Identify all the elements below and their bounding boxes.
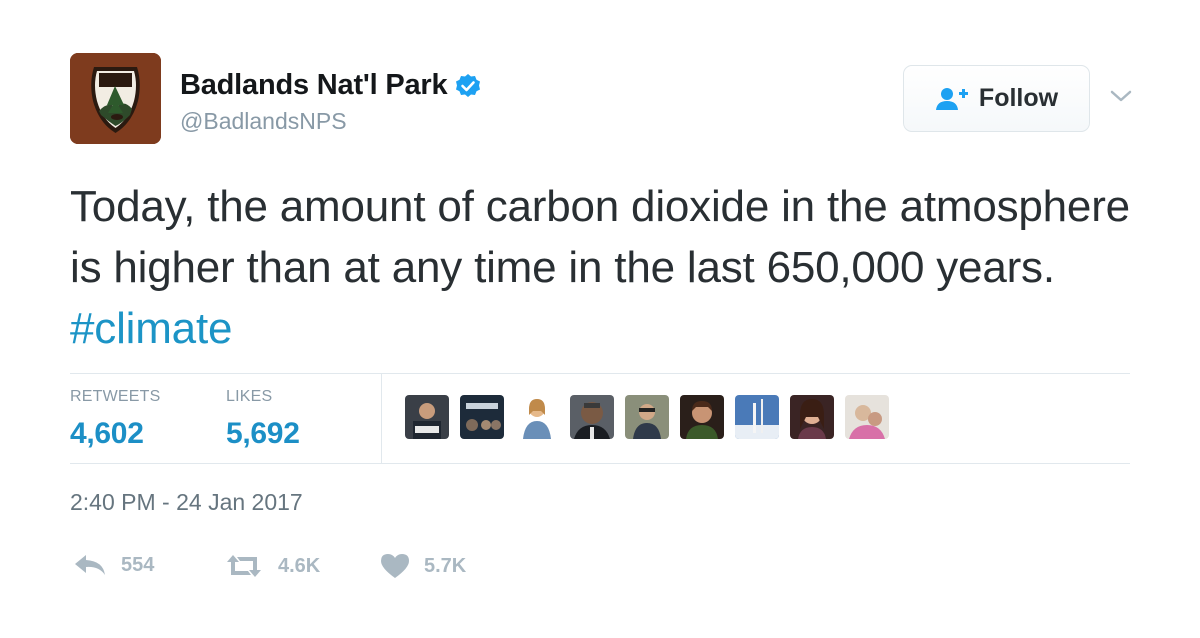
name-row: Badlands Nat'l Park bbox=[180, 69, 481, 102]
divider bbox=[70, 373, 1130, 374]
stats-separator bbox=[381, 373, 382, 463]
retweet-button[interactable]: 4.6K bbox=[224, 553, 320, 579]
avatar[interactable] bbox=[70, 53, 161, 144]
hashtag-link[interactable]: #climate bbox=[70, 304, 232, 353]
follow-button-label: Follow bbox=[978, 84, 1059, 112]
divider bbox=[70, 463, 1130, 464]
liker-avatar[interactable] bbox=[625, 395, 669, 439]
likes-stat[interactable]: LIKES 5,692 bbox=[226, 388, 300, 451]
liker-avatar[interactable] bbox=[735, 395, 779, 439]
likes-label: LIKES bbox=[226, 388, 273, 405]
liker-avatar[interactable] bbox=[460, 395, 504, 439]
tweet-card: Badlands Nat'l Park @BadlandsNPS Follow … bbox=[0, 0, 1200, 638]
chevron-down-icon[interactable] bbox=[1108, 86, 1134, 106]
retweets-label: RETWEETS bbox=[70, 388, 161, 405]
verified-badge-icon bbox=[455, 73, 481, 99]
retweets-stat[interactable]: RETWEETS 4,602 bbox=[70, 388, 161, 451]
liker-avatar[interactable] bbox=[570, 395, 614, 439]
add-user-icon bbox=[935, 86, 969, 112]
retweets-count: 4,602 bbox=[70, 417, 144, 450]
heart-icon bbox=[381, 554, 409, 578]
screen-name[interactable]: @BadlandsNPS bbox=[180, 108, 347, 135]
liker-avatar[interactable] bbox=[790, 395, 834, 439]
liker-avatars bbox=[405, 395, 889, 439]
tweet-text: Today, the amount of carbon dioxide in t… bbox=[70, 176, 1140, 359]
liker-avatar[interactable] bbox=[845, 395, 889, 439]
nps-arrowhead-icon bbox=[70, 53, 161, 144]
liker-avatar[interactable] bbox=[405, 395, 449, 439]
reply-count: 554 bbox=[121, 553, 155, 576]
reply-icon bbox=[75, 555, 105, 575]
liker-avatar[interactable] bbox=[680, 395, 724, 439]
retweet-icon bbox=[227, 555, 261, 577]
reply-button[interactable]: 554 bbox=[73, 553, 154, 577]
liker-avatar[interactable] bbox=[515, 395, 559, 439]
likes-count: 5,692 bbox=[226, 417, 300, 450]
tweet-text-body: Today, the amount of carbon dioxide in t… bbox=[70, 182, 1130, 292]
display-name[interactable]: Badlands Nat'l Park bbox=[180, 69, 448, 102]
like-count: 5.7K bbox=[424, 554, 467, 577]
retweet-count: 4.6K bbox=[278, 554, 321, 577]
timestamp[interactable]: 2:40 PM - 24 Jan 2017 bbox=[70, 489, 303, 516]
like-button[interactable]: 5.7K bbox=[380, 553, 466, 579]
follow-button[interactable]: Follow bbox=[903, 65, 1090, 132]
